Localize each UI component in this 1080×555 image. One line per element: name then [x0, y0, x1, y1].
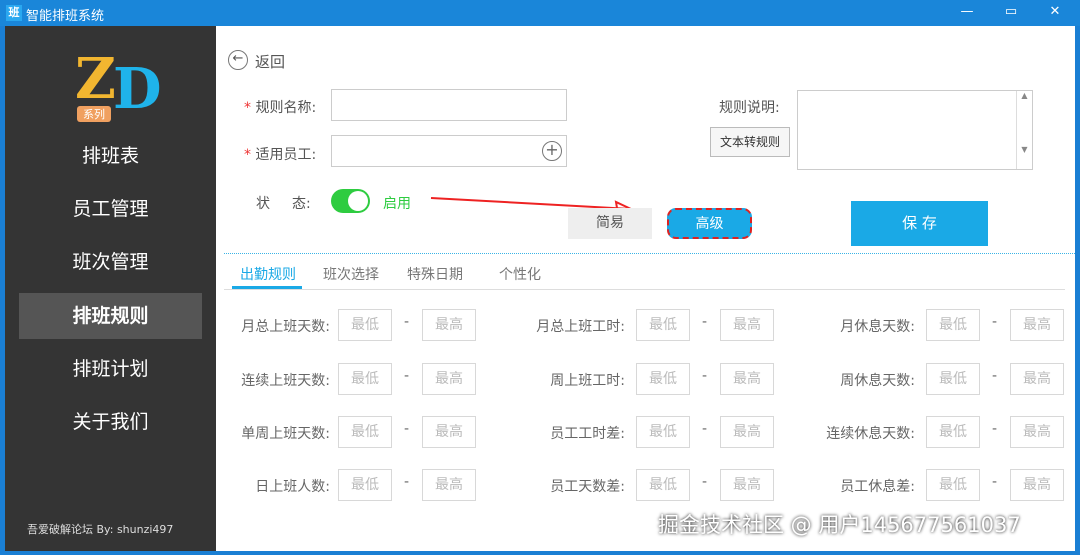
divider	[224, 253, 1075, 254]
rule-label: 日上班人数:	[255, 479, 330, 495]
range-dash: -	[992, 314, 998, 330]
range-dash: -	[702, 474, 708, 490]
minimize-button[interactable]: —	[945, 0, 989, 26]
min-input[interactable]: 最低	[636, 469, 690, 501]
rule-label: 连续休息天数:	[826, 426, 915, 442]
simple-mode-button[interactable]: 简易	[568, 208, 652, 239]
rule-label: 员工工时差:	[550, 426, 625, 442]
tab-shift-select[interactable]: 班次选择	[323, 264, 379, 284]
rule-label: 员工休息差:	[840, 479, 915, 495]
range-dash: -	[992, 421, 998, 437]
range-dash: -	[702, 421, 708, 437]
range-dash: -	[404, 314, 410, 330]
max-input[interactable]: 最高	[1010, 309, 1064, 341]
rule-label: 月总上班天数:	[241, 319, 330, 335]
back-link[interactable]: 返回	[255, 51, 285, 72]
text-to-rule-button[interactable]: 文本转规则	[710, 127, 790, 157]
status-label: 状	[256, 196, 270, 212]
range-dash: -	[404, 474, 410, 490]
min-input[interactable]: 最低	[926, 363, 980, 395]
window-title: 智能排班系统	[26, 9, 105, 24]
tab-special-dates[interactable]: 特殊日期	[407, 264, 463, 284]
min-input[interactable]: 最低	[636, 416, 690, 448]
rule-label: 周上班工时:	[550, 373, 625, 389]
add-icon[interactable]: +	[542, 141, 562, 161]
rule-name-label: 规则名称:	[255, 100, 317, 116]
max-input[interactable]: 最高	[1010, 416, 1064, 448]
maximize-button[interactable]: ▭	[989, 0, 1033, 26]
credit-text: 吾爱破解论坛 By: shunzi497	[27, 523, 174, 536]
close-button[interactable]: ✕	[1033, 0, 1077, 26]
main-panel: ← 返回 * 规则名称: * 适用员工: + 规则说明: 文本转规则 ▲ ▼ 状 …	[216, 26, 1075, 551]
min-input[interactable]: 最低	[926, 416, 980, 448]
range-dash: -	[702, 314, 708, 330]
employees-input[interactable]: +	[331, 135, 567, 167]
min-input[interactable]: 最低	[338, 363, 392, 395]
status-toggle[interactable]	[331, 189, 370, 213]
title-bar: 班 智能排班系统 — ▭ ✕	[0, 0, 1080, 26]
tab-personalize[interactable]: 个性化	[499, 264, 541, 284]
sidebar: Z D 系列 排班表 员工管理 班次管理 排班规则 排班计划 关于我们 吾爱破解…	[5, 26, 216, 551]
range-dash: -	[992, 474, 998, 490]
max-input[interactable]: 最高	[1010, 363, 1064, 395]
min-input[interactable]: 最低	[636, 309, 690, 341]
desc-label: 规则说明:	[719, 100, 780, 116]
sidebar-item-employees[interactable]: 员工管理	[19, 186, 202, 232]
back-arrow-icon[interactable]: ←	[228, 50, 248, 70]
save-button[interactable]: 保 存	[851, 201, 988, 246]
status-value: 启用	[383, 196, 411, 212]
tab-attendance[interactable]: 出勤规则	[240, 264, 296, 284]
range-dash: -	[404, 368, 410, 384]
min-input[interactable]: 最低	[926, 469, 980, 501]
range-dash: -	[992, 368, 998, 384]
min-input[interactable]: 最低	[636, 363, 690, 395]
min-input[interactable]: 最低	[338, 469, 392, 501]
rule-name-input[interactable]	[331, 89, 567, 121]
rule-label: 单周上班天数:	[241, 426, 330, 442]
employees-label: 适用员工:	[255, 147, 317, 163]
textarea-scrollbar[interactable]: ▲ ▼	[1016, 91, 1032, 169]
advanced-mode-button[interactable]: 高级	[667, 208, 752, 239]
rule-label: 员工天数差:	[550, 479, 625, 495]
min-input[interactable]: 最低	[338, 309, 392, 341]
rule-description-textarea[interactable]: ▲ ▼	[797, 90, 1033, 170]
rule-label: 周休息天数:	[840, 373, 915, 389]
range-dash: -	[404, 421, 410, 437]
max-input[interactable]: 最高	[1010, 469, 1064, 501]
app-icon: 班	[6, 5, 22, 21]
range-dash: -	[702, 368, 708, 384]
sidebar-item-shifts[interactable]: 班次管理	[19, 239, 202, 285]
min-input[interactable]: 最低	[926, 309, 980, 341]
rule-label: 月休息天数:	[840, 319, 915, 335]
rule-label: 连续上班天数:	[241, 373, 330, 389]
rule-label: 月总上班工时:	[536, 319, 625, 335]
sidebar-item-schedule[interactable]: 排班表	[19, 133, 202, 179]
logo: Z D 系列	[75, 46, 162, 122]
watermark: 掘金技术社区 @ 用户145677561037	[658, 513, 1021, 537]
min-input[interactable]: 最低	[338, 416, 392, 448]
